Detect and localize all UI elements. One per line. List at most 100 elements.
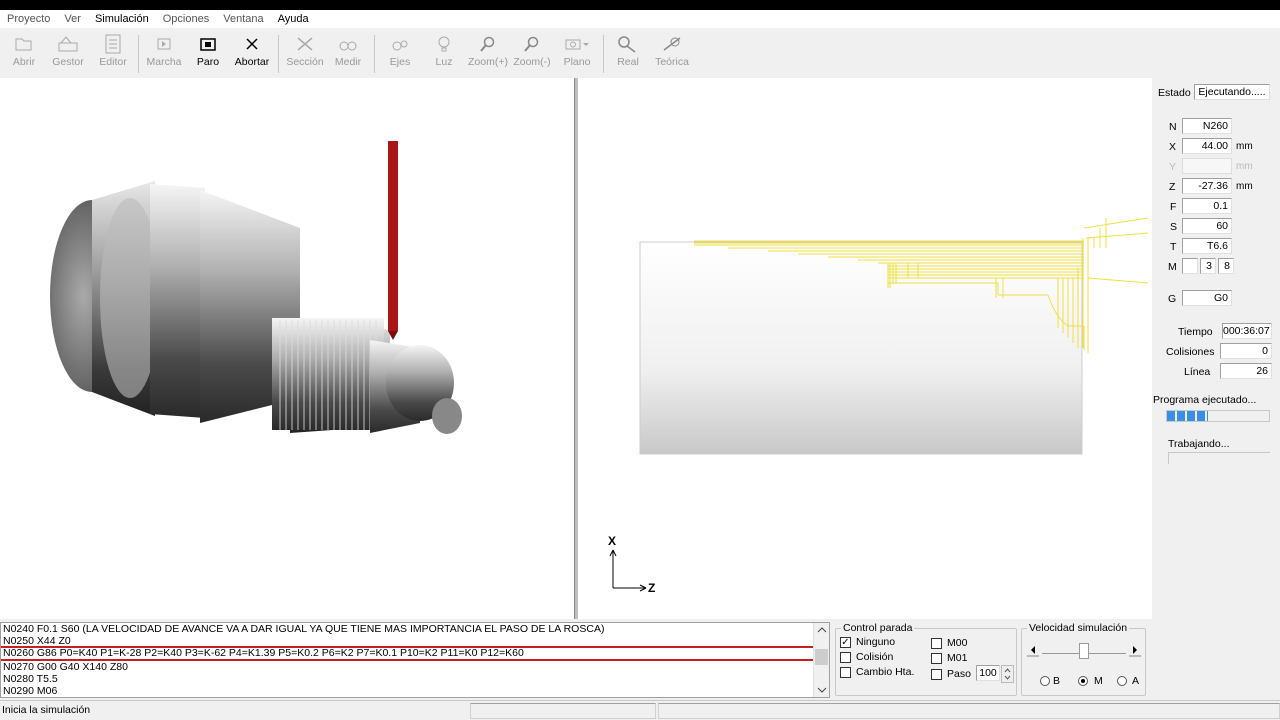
paso-checkbox[interactable] [931,669,942,680]
scroll-up-icon[interactable] [814,623,830,637]
m00-label: M00 [947,637,968,649]
code-line[interactable]: N0290 M06 [3,685,57,697]
colision-checkbox[interactable] [840,652,851,663]
n-field: N260 [1182,118,1232,134]
cambio-hta-checkbox[interactable] [840,667,851,678]
m00-checkbox[interactable] [931,638,942,649]
paso-spinner[interactable] [1001,665,1014,683]
speed-slider-thumb[interactable] [1079,643,1089,659]
stop-icon [200,37,216,51]
status-cell-2 [470,703,656,719]
status-cell-3 [658,703,1280,719]
speed-m-radio[interactable] [1078,676,1088,686]
f-label: F [1170,201,1177,213]
toolbar: Abrir Gestor Editor Marcha Paro Abortar … [0,29,1280,79]
code-scrollbar[interactable] [813,623,829,697]
scroll-down-icon[interactable] [814,683,830,697]
view-3d[interactable] [0,78,574,619]
medir-label: Medir [334,56,362,68]
zoom-in-label: Zoom(+) [468,56,508,68]
z-field: -27.36 [1182,178,1232,194]
teorica-button[interactable]: Teórica [650,33,694,77]
luz-button[interactable]: Luz [422,33,466,77]
program-code-list[interactable]: N0240 F0.1 S60 (LA VELOCIDAD DE AVANCE V… [0,622,830,698]
g-field: G0 [1182,290,1232,306]
status-text: Inicia la simulación [2,704,91,716]
axes-icon [392,40,408,51]
menu-opciones[interactable]: Opciones [156,13,216,25]
seccion-label: Sección [286,56,324,68]
speed-a-label: A [1132,675,1140,687]
code-line[interactable]: N0270 G00 G40 X140 Z80 [3,661,128,673]
linea-field: 26 [1220,363,1272,379]
m01-label: M01 [947,652,968,664]
menu-simulacion[interactable]: Simulación [88,13,156,25]
plano-label: Plano [563,56,591,68]
m01-checkbox[interactable] [931,653,942,664]
view-2d[interactable]: X Z [578,78,1152,619]
manager-icon [58,36,78,52]
trabajando-label: Trabajando... [1168,438,1230,450]
zoom-out-label: Zoom(-) [513,56,551,68]
toolbar-separator [374,35,375,73]
speed-a-radio[interactable] [1117,676,1127,686]
ninguno-checkbox[interactable]: ✓ [840,637,851,648]
abortar-label: Abortar [234,56,270,68]
speed-m-label: M [1094,675,1103,687]
main-window: Proyecto Ver Simulación Opciones Ventana… [0,10,1280,720]
camera-dropdown-icon [565,39,589,50]
axis-z-label: Z [648,581,656,595]
velocidad-group: Velocidad simulación B M A [1021,622,1146,696]
paro-label: Paro [196,56,220,68]
real-button[interactable]: Real [606,33,650,77]
m-field-1: 3 [1200,258,1216,274]
control-parada-title: Control parada [841,622,915,634]
tiempo-field: 000:36:07 [1222,323,1272,339]
toolbar-separator [138,35,139,73]
menu-ventana[interactable]: Ventana [216,13,270,25]
menu-ver[interactable]: Ver [57,13,88,25]
speed-b-radio[interactable] [1040,676,1050,686]
menu-bar: Proyecto Ver Simulación Opciones Ventana… [0,10,1280,28]
programa-label: Programa ejecutado... [1153,394,1257,406]
cutting-tool [388,141,398,331]
programa-progress-bar [1166,410,1270,422]
status-bar: Inicia la simulación [0,700,1280,720]
plano-button[interactable]: Plano [555,33,599,77]
menu-proyecto[interactable]: Proyecto [0,13,57,25]
code-line[interactable]: N0240 F0.1 S60 (LA VELOCIDAD DE AVANCE V… [3,623,604,635]
z-unit: mm [1236,181,1253,192]
estado-label: Estado [1158,87,1191,99]
estado-field: Ejecutando..... [1194,84,1270,100]
trabajando-progress-bar [1168,452,1270,464]
ejes-button[interactable]: Ejes [378,33,422,77]
marcha-button[interactable]: Marcha [142,33,186,77]
editor-label: Editor [99,56,127,68]
paso-input[interactable]: 100 [976,665,1000,681]
y-label: Y [1169,161,1177,173]
zoom-in-icon [480,36,495,52]
toolbar-separator [278,35,279,73]
abortar-button[interactable]: Abortar [230,33,274,77]
scroll-thumb[interactable] [815,649,828,665]
zoom-in-button[interactable]: Zoom(+) [466,33,510,77]
editor-button[interactable]: Editor [91,33,135,77]
code-line[interactable]: N0280 T5.5 [3,673,58,685]
toolbar-separator [603,35,604,73]
abrir-button[interactable]: Abrir [2,33,46,77]
ejes-label: Ejes [389,56,411,68]
slider-left-icon[interactable] [1026,643,1040,657]
code-line-current[interactable]: N0260 G86 P0=K40 P1=K-28 P2=K40 P3=K-62 … [1,646,813,661]
abort-x-icon [246,38,258,50]
zoom-out-button[interactable]: Zoom(-) [510,33,554,77]
folder-open-icon [15,38,32,51]
paro-button[interactable]: Paro [186,33,230,77]
menu-ayuda[interactable]: Ayuda [271,13,316,25]
m-field-2: 8 [1218,258,1234,274]
s-field: 60 [1182,218,1232,234]
gestor-button[interactable]: Gestor [46,33,90,77]
seccion-button[interactable]: Sección [283,33,327,77]
colisiones-label: Colisiones [1166,346,1215,358]
slider-right-icon[interactable] [1128,643,1142,657]
medir-button[interactable]: Medir [326,33,370,77]
